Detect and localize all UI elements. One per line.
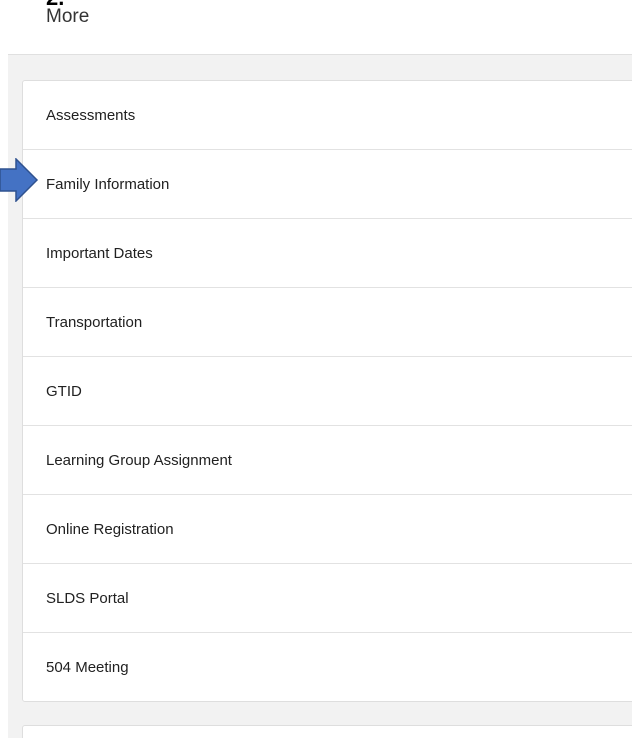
arrow-right-icon xyxy=(0,158,39,202)
menu-item-assessments[interactable]: Assessments xyxy=(23,81,632,150)
more-menu-card: Assessments Family Information Important… xyxy=(22,80,632,702)
menu-item-slds-portal[interactable]: SLDS Portal xyxy=(23,564,632,633)
menu-item-important-dates[interactable]: Important Dates xyxy=(23,219,632,288)
content-area: Assessments Family Information Important… xyxy=(8,54,632,738)
page: More 2. Assessments Family Information I… xyxy=(0,0,632,738)
menu-item-online-registration[interactable]: Online Registration xyxy=(23,495,632,564)
menu-item-504-meeting[interactable]: 504 Meeting xyxy=(23,633,632,701)
menu-item-transportation[interactable]: Transportation xyxy=(23,288,632,357)
menu-item-gtid[interactable]: GTID xyxy=(23,357,632,426)
header: More xyxy=(0,0,632,54)
secondary-card xyxy=(22,725,632,738)
menu-item-family-information[interactable]: Family Information xyxy=(23,150,632,219)
step-label: 2. xyxy=(46,0,64,9)
menu-item-learning-group-assignment[interactable]: Learning Group Assignment xyxy=(23,426,632,495)
